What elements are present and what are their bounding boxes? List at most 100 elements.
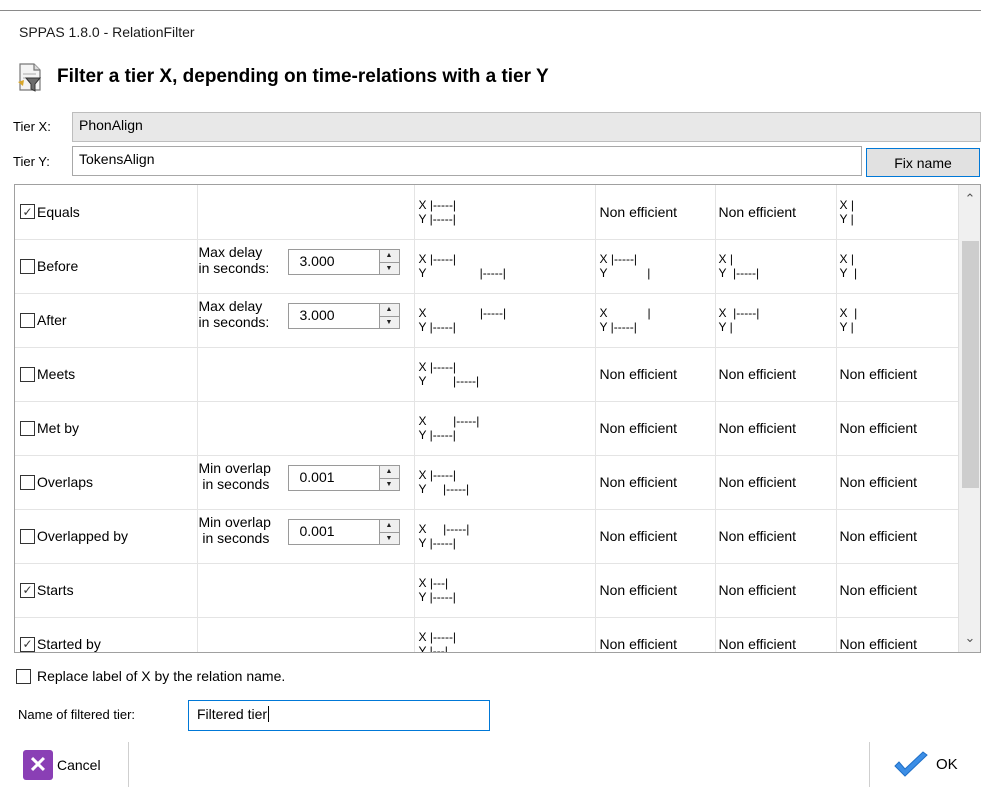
relation-checkbox[interactable] — [20, 312, 35, 328]
efficiency-value: Non efficient — [839, 528, 918, 544]
tier-y-field[interactable]: TokensAlign — [72, 146, 862, 176]
spin-down-icon[interactable]: ▼ — [379, 531, 399, 544]
relation-checkbox-group[interactable]: Met by — [20, 420, 197, 436]
efficiency-value: Non efficient — [839, 582, 918, 598]
efficiency-cell: Non efficient — [595, 455, 716, 510]
relation-name-cell: Meets — [15, 347, 198, 402]
spin-down-icon[interactable]: ▼ — [379, 261, 399, 274]
page-title: Filter a tier X, depending on time-relat… — [57, 66, 549, 87]
filtered-tier-name-input[interactable]: Filtered tier — [188, 700, 490, 731]
option-value[interactable]: 3.000 — [289, 304, 379, 328]
vertical-scrollbar[interactable]: ⌃ ⌄ — [958, 185, 980, 652]
spinner-buttons: ▲ ▼ — [378, 520, 399, 544]
relation-checkbox[interactable] — [20, 528, 35, 544]
relation-name: Met by — [37, 420, 80, 436]
efficiency-cell: Non efficient — [715, 347, 837, 402]
spin-down-icon[interactable]: ▼ — [379, 477, 399, 490]
spin-up-icon[interactable]: ▲ — [379, 304, 399, 316]
spin-up-icon[interactable]: ▲ — [379, 466, 399, 478]
relation-diagram: X |-----| Y |-----| — [418, 197, 457, 226]
efficiency-cell: Non efficient — [715, 617, 837, 652]
efficiency-value: X | Y |-----| — [718, 252, 760, 280]
efficiency-value: X |-----| Y | — [718, 306, 760, 334]
relation-diagram-cell: X |-----| Y |-----| — [414, 293, 596, 348]
relation-row: Started by X |-----| Y |---| Non efficient… — [15, 617, 964, 652]
relation-checkbox[interactable] — [20, 366, 35, 382]
relation-checkbox-group[interactable]: Started by — [20, 636, 197, 652]
spinner-buttons: ▲ ▼ — [378, 304, 399, 328]
option-value[interactable]: 3.000 — [289, 250, 379, 274]
efficiency-value: Non efficient — [599, 420, 678, 436]
scrollbar-thumb[interactable] — [962, 241, 979, 488]
efficiency-value: X |-----| Y | — [599, 252, 651, 280]
relation-name: Equals — [37, 203, 80, 220]
option-label: Min overlap in seconds — [198, 460, 271, 492]
relation-checkbox-group[interactable]: After — [20, 312, 197, 328]
relation-checkbox[interactable] — [20, 204, 35, 220]
relation-checkbox[interactable] — [20, 420, 35, 436]
spinner-buttons: ▲ ▼ — [378, 250, 399, 274]
filtered-tier-name-value: Filtered tier — [197, 706, 268, 722]
checkmark-icon — [894, 750, 928, 777]
relation-checkbox-group[interactable]: Starts — [20, 582, 197, 598]
efficiency-cell: Non efficient — [836, 617, 964, 652]
efficiency-cell: Non efficient — [715, 509, 837, 564]
option-spinner[interactable]: 0.001 ▲ ▼ — [287, 519, 400, 545]
efficiency-cell: Non efficient — [595, 347, 716, 402]
efficiency-cell: Non efficient — [595, 563, 716, 618]
efficiency-value: X | Y | — [839, 197, 854, 226]
spin-down-icon[interactable]: ▼ — [379, 315, 399, 328]
relation-diagram: X |-----| Y |-----| — [418, 306, 507, 334]
efficiency-value: Non efficient — [718, 528, 797, 544]
efficiency-value: Non efficient — [718, 474, 797, 490]
relation-checkbox[interactable] — [20, 636, 35, 652]
relation-checkbox[interactable] — [20, 582, 35, 598]
option-value[interactable]: 0.001 — [289, 520, 379, 544]
relation-checkbox-group[interactable]: Before — [20, 258, 197, 274]
efficiency-cell: X | Y | — [836, 293, 964, 348]
relation-diagram-cell: X |---| Y |-----| — [414, 563, 596, 618]
relation-name: Overlaps — [37, 474, 94, 490]
relation-checkbox-group[interactable]: Meets — [20, 366, 197, 382]
relation-name: Starts — [37, 582, 74, 598]
spin-up-icon[interactable]: ▲ — [379, 250, 399, 262]
option-spinner[interactable]: 3.000 ▲ ▼ — [287, 249, 400, 275]
relation-checkbox[interactable] — [20, 474, 35, 490]
relation-checkbox-group[interactable]: Overlaps — [20, 474, 197, 490]
cancel-button[interactable]: ✕ Cancel — [11, 742, 129, 787]
fix-name-button[interactable]: Fix name — [866, 148, 980, 177]
efficiency-value: X | Y | — [839, 252, 858, 280]
option-spinner[interactable]: 3.000 ▲ ▼ — [287, 303, 400, 329]
relation-diagram-cell: X |-----| Y |-----| — [414, 455, 596, 510]
relation-option: Min overlap in seconds 0.001 ▲ ▼ — [198, 510, 414, 562]
relation-diagram-cell: X |-----| Y |-----| — [414, 185, 596, 240]
text-caret — [268, 706, 270, 722]
replace-label-option[interactable]: Replace label of X by the relation name. — [16, 668, 285, 684]
efficiency-value: Non efficient — [839, 474, 918, 490]
replace-label-checkbox[interactable] — [16, 668, 31, 684]
window-title: SPPAS 1.8.0 - RelationFilter — [19, 24, 195, 40]
relation-name-cell: Before — [15, 239, 198, 294]
scroll-down-icon[interactable]: ⌄ — [959, 630, 980, 646]
relation-option: Min overlap in seconds 0.001 ▲ ▼ — [198, 456, 414, 508]
relation-option-cell: Max delay in seconds: 3.000 ▲ ▼ — [197, 293, 415, 348]
relation-row: Overlapped by Min overlap in seconds 0.001… — [15, 509, 964, 564]
efficiency-cell: X | Y | — [836, 185, 964, 240]
ok-button[interactable]: OK — [869, 742, 981, 787]
scroll-up-icon[interactable]: ⌃ — [959, 191, 980, 207]
efficiency-value: Non efficient — [839, 366, 918, 382]
relation-name: After — [37, 312, 67, 328]
efficiency-value: Non efficient — [839, 420, 918, 436]
efficiency-value: Non efficient — [718, 582, 797, 598]
relation-checkbox-group[interactable]: Overlapped by — [20, 528, 197, 544]
relation-diagram-cell: X |-----| Y |---| — [414, 617, 596, 652]
option-value[interactable]: 0.001 — [289, 466, 379, 490]
relations-grid[interactable]: Equals X |-----| Y |-----| Non efficient No… — [14, 184, 981, 653]
relation-option: Max delay in seconds: 3.000 ▲ ▼ — [198, 240, 414, 292]
spin-up-icon[interactable]: ▲ — [379, 520, 399, 532]
efficiency-cell: X | Y |-----| — [715, 239, 837, 294]
relation-checkbox[interactable] — [20, 258, 35, 274]
option-spinner[interactable]: 0.001 ▲ ▼ — [287, 465, 400, 491]
relation-diagram: X |-----| Y |-----| — [418, 360, 480, 388]
relation-checkbox-group[interactable]: Equals — [20, 204, 197, 220]
